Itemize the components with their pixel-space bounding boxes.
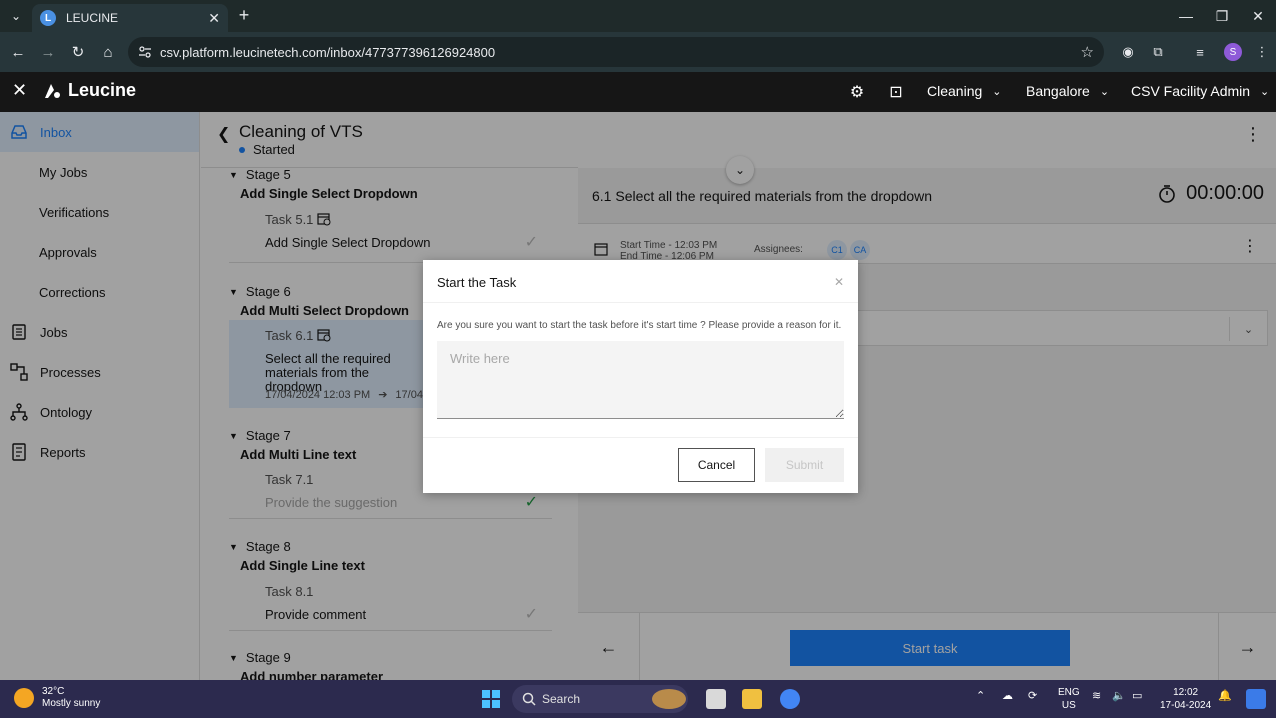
- language-indicator[interactable]: ENG US: [1058, 686, 1080, 712]
- modal-title: Start the Task: [437, 275, 517, 290]
- volume-icon[interactable]: 🔈: [1112, 689, 1126, 702]
- media-control-icon[interactable]: ≡: [1190, 42, 1210, 62]
- start-task-modal: Start the Task ✕ Are you sure you want t…: [423, 260, 858, 493]
- onedrive-icon[interactable]: ☁: [1002, 689, 1013, 702]
- chevron-down-icon: ⌄: [1099, 85, 1110, 98]
- brand-logo: Leucine: [42, 80, 136, 101]
- site-info-icon[interactable]: [138, 45, 152, 59]
- temperature: 32°C: [42, 686, 65, 697]
- browser-toolbar: ← → ↻ ⌂ csv.platform.leucinetech.com/inb…: [0, 32, 1276, 72]
- modal-message: Are you sure you want to start the task …: [437, 320, 842, 331]
- chevron-down-icon: ⌄: [1260, 85, 1270, 98]
- url-text: csv.platform.leucinetech.com/inbox/47737…: [160, 44, 496, 60]
- role-label: CSV Facility Admin: [1131, 83, 1251, 99]
- clock[interactable]: 12:02 17-04-2024: [1160, 686, 1211, 712]
- weather-widget[interactable]: 32°C Mostly sunny: [14, 686, 100, 710]
- close-tab-icon[interactable]: ✕: [208, 10, 220, 27]
- tab-search-icon[interactable]: ⌄: [6, 6, 26, 26]
- sync-icon[interactable]: ⟳: [1028, 689, 1037, 702]
- facility-label: Bangalore: [1026, 83, 1090, 99]
- wifi-icon[interactable]: ≋: [1092, 689, 1101, 702]
- chevron-down-icon: ⌄: [992, 85, 1002, 98]
- app-header: ✕ Leucine ⚙ ⊡ Cleaning ⌄ Bangalore ⌄ CSV…: [0, 72, 1276, 112]
- notification-bell-icon[interactable]: 🔔: [1218, 689, 1232, 702]
- widget-icon[interactable]: [652, 689, 686, 709]
- windows-start-icon[interactable]: [481, 689, 501, 709]
- screenshot-icon[interactable]: ◉: [1118, 42, 1138, 62]
- scan-icon[interactable]: ⊡: [886, 82, 906, 102]
- role-dropdown[interactable]: CSV Facility Admin ⌄: [1131, 83, 1269, 99]
- settings-gear-icon[interactable]: ⚙: [847, 82, 867, 102]
- clock-time: 12:02: [1173, 687, 1199, 698]
- forward-icon[interactable]: →: [38, 42, 58, 62]
- extensions-icon[interactable]: ⧉: [1148, 42, 1168, 62]
- tray-expand-icon[interactable]: ⌃: [976, 689, 985, 702]
- reload-icon[interactable]: ↻: [68, 42, 88, 62]
- use-case-dropdown[interactable]: Cleaning ⌄: [927, 83, 1001, 99]
- new-tab-icon[interactable]: +: [234, 4, 254, 26]
- browser-tab[interactable]: L LEUCINE ✕: [32, 4, 228, 32]
- clock-date: 17-04-2024: [1160, 700, 1212, 711]
- brand-name: Leucine: [68, 80, 137, 100]
- close-app-icon[interactable]: ✕: [12, 80, 27, 101]
- restore-icon[interactable]: ❐: [1204, 0, 1240, 32]
- weather-condition: Mostly sunny: [42, 698, 101, 709]
- window-close-icon[interactable]: ✕: [1240, 0, 1276, 32]
- browser-menu-icon[interactable]: ⋮: [1252, 42, 1272, 62]
- back-icon[interactable]: ←: [8, 42, 28, 62]
- task-view-icon[interactable]: [706, 689, 726, 709]
- divider: [423, 437, 858, 438]
- chrome-icon[interactable]: [780, 689, 800, 709]
- taskbar-search-label: Search: [542, 692, 581, 706]
- sun-icon: [14, 688, 34, 708]
- file-explorer-icon[interactable]: [742, 689, 762, 709]
- profile-avatar[interactable]: S: [1224, 43, 1242, 61]
- bookmark-star-icon[interactable]: ☆: [1081, 43, 1094, 61]
- modal-close-icon[interactable]: ✕: [834, 275, 844, 289]
- submit-button[interactable]: Submit: [765, 448, 844, 482]
- facility-dropdown[interactable]: Bangalore ⌄: [1026, 83, 1109, 99]
- browser-tab-title: LEUCINE: [66, 11, 119, 25]
- favicon-icon: L: [40, 10, 56, 26]
- cancel-button[interactable]: Cancel: [678, 448, 755, 482]
- home-icon[interactable]: ⌂: [98, 42, 118, 62]
- minimize-icon[interactable]: —: [1168, 0, 1204, 32]
- battery-icon[interactable]: ▭: [1132, 689, 1142, 702]
- os-taskbar: 32°C Mostly sunny Search ⌃ ☁ ⟳ ENG US ≋ …: [0, 680, 1276, 718]
- address-bar[interactable]: csv.platform.leucinetech.com/inbox/47737…: [128, 37, 1104, 67]
- lang-code: ENG: [1058, 687, 1080, 698]
- copilot-icon[interactable]: [1246, 689, 1266, 709]
- region-code: US: [1061, 700, 1076, 711]
- use-case-label: Cleaning: [927, 83, 983, 99]
- leucine-logo-icon: [45, 83, 60, 98]
- browser-tab-bar: ⌄ L LEUCINE ✕ + — ❐ ✕: [0, 0, 1276, 32]
- divider: [423, 302, 858, 303]
- reason-textarea[interactable]: [437, 341, 844, 419]
- search-icon: [522, 692, 536, 706]
